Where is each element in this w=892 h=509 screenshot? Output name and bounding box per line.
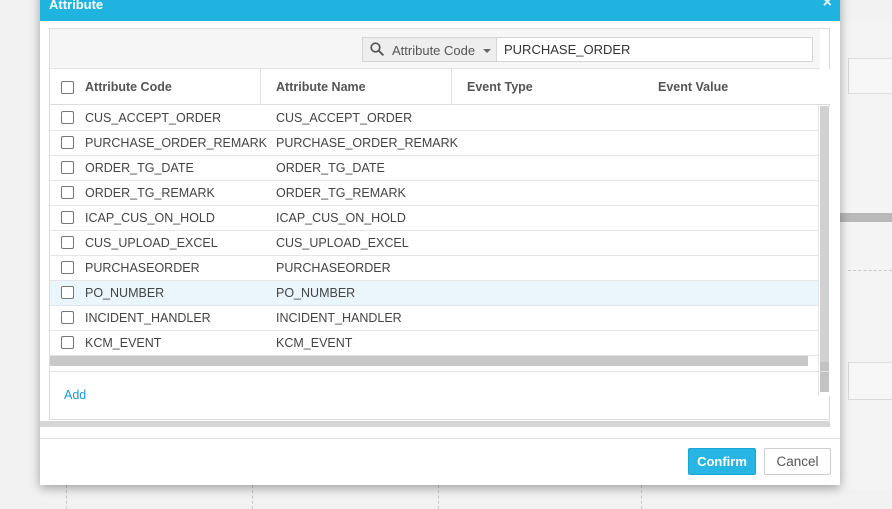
attribute-code-cell: ORDER_TG_REMARK: [85, 186, 215, 200]
table-row[interactable]: CUS_ACCEPT_ORDER CUS_ACCEPT_ORDER: [50, 106, 818, 131]
search-group: Attribute Code: [362, 37, 813, 62]
attribute-name-cell: PO_NUMBER: [276, 286, 356, 300]
column-divider[interactable]: [451, 69, 452, 105]
row-checkbox[interactable]: [61, 161, 74, 174]
search-field-label: Attribute Code: [392, 43, 476, 58]
close-icon[interactable]: ×: [823, 0, 832, 12]
table-row[interactable]: INCIDENT_HANDLER INCIDENT_HANDLER: [50, 306, 818, 331]
table-row[interactable]: PURCHASE_ORDER_REMARK PURCHASE_ORDER_REMA…: [50, 131, 818, 156]
background-divider: [66, 485, 67, 509]
table-row[interactable]: ORDER_TG_REMARK ORDER_TG_REMARK: [50, 181, 818, 206]
table-row[interactable]: CUS_UPLOAD_EXCEL CUS_UPLOAD_EXCEL: [50, 231, 818, 256]
column-header-event-value[interactable]: Event Value: [658, 69, 728, 105]
attribute-name-cell: ORDER_TG_DATE: [276, 161, 385, 175]
grid-rows: CUS_ACCEPT_ORDER CUS_ACCEPT_ORDER PURCHASE…: [50, 106, 818, 356]
background-divider: [438, 485, 439, 509]
background-box: [848, 362, 892, 400]
attribute-grid: Attribute Code Attribute Code Attribute …: [49, 28, 830, 420]
table-row[interactable]: ICAP_CUS_ON_HOLD ICAP_CUS_ON_HOLD: [50, 206, 818, 231]
attribute-code-cell: PURCHASE_ORDER_REMARK: [85, 136, 267, 150]
attribute-dialog: Attribute × Attribute Code PURCHASE_ORDE…: [40, 0, 840, 485]
attribute-code-cell: KCM_EVENT: [85, 336, 162, 350]
search-input[interactable]: [496, 37, 813, 62]
attribute-code-cell: INCIDENT_HANDLER: [85, 311, 211, 325]
background-divider: [641, 485, 642, 509]
table-row[interactable]: KCM_EVENT KCM_EVENT: [50, 331, 818, 356]
dialog-body: Attribute Code Attribute Code Attribute …: [40, 21, 840, 433]
select-all-checkbox[interactable]: [61, 81, 74, 94]
attribute-code-cell: ORDER_TG_DATE: [85, 161, 194, 175]
attribute-name-cell: ORDER_TG_REMARK: [276, 186, 406, 200]
add-link[interactable]: Add: [64, 388, 86, 402]
horizontal-scrollbar[interactable]: [50, 356, 808, 366]
confirm-button[interactable]: Confirm: [688, 448, 756, 475]
background-divider: [252, 485, 253, 509]
background-bar: [839, 213, 892, 222]
column-header-attribute-code[interactable]: Attribute Code: [85, 69, 172, 105]
column-header-event-type[interactable]: Event Type: [467, 69, 533, 105]
search-icon: [370, 42, 384, 56]
vertical-scrollbar-thumb[interactable]: [820, 106, 829, 362]
attribute-code-cell: CUS_ACCEPT_ORDER: [85, 111, 222, 125]
row-checkbox[interactable]: [61, 236, 74, 249]
attribute-code-cell: CUS_UPLOAD_EXCEL: [85, 236, 218, 250]
attribute-code-cell: PO_NUMBER: [85, 286, 165, 300]
vertical-scrollbar-end[interactable]: [820, 362, 829, 392]
table-row[interactable]: ORDER_TG_DATE ORDER_TG_DATE: [50, 156, 818, 181]
column-divider[interactable]: [260, 69, 261, 105]
grid-toolbar: Attribute Code: [50, 29, 820, 69]
row-checkbox[interactable]: [61, 286, 74, 299]
row-checkbox[interactable]: [61, 211, 74, 224]
dialog-title: Attribute: [49, 0, 104, 12]
attribute-name-cell: INCIDENT_HANDLER: [276, 311, 402, 325]
row-checkbox[interactable]: [61, 136, 74, 149]
row-checkbox[interactable]: [61, 111, 74, 124]
background-divider: [848, 270, 892, 271]
row-checkbox[interactable]: [61, 186, 74, 199]
column-header-attribute-name[interactable]: Attribute Name: [276, 69, 366, 105]
table-row[interactable]: PURCHASEORDER PURCHASEORDER: [50, 256, 818, 281]
dialog-footer: Confirm Cancel: [40, 438, 840, 485]
table-row[interactable]: PO_NUMBER PO_NUMBER: [50, 281, 818, 306]
cancel-button[interactable]: Cancel: [764, 448, 831, 475]
attribute-code-cell: ICAP_CUS_ON_HOLD: [85, 211, 215, 225]
grid-footer-divider: [50, 371, 830, 372]
attribute-name-cell: CUS_UPLOAD_EXCEL: [276, 236, 409, 250]
attribute-name-cell: ICAP_CUS_ON_HOLD: [276, 211, 406, 225]
attribute-name-cell: PURCHASEORDER: [276, 261, 391, 275]
chevron-down-icon: [483, 49, 491, 53]
dialog-horizontal-scrollbar[interactable]: [40, 421, 830, 427]
attribute-name-cell: PURCHASE_ORDER_REMARK: [276, 136, 458, 150]
row-checkbox[interactable]: [61, 261, 74, 274]
attribute-name-cell: KCM_EVENT: [276, 336, 353, 350]
grid-header: Attribute Code Attribute Name Event Type…: [50, 69, 830, 105]
attribute-name-cell: CUS_ACCEPT_ORDER: [276, 111, 413, 125]
background-box: [848, 58, 892, 94]
dialog-header: Attribute ×: [40, 0, 840, 21]
search-field-select[interactable]: Attribute Code: [362, 37, 497, 62]
row-checkbox[interactable]: [61, 311, 74, 324]
attribute-code-cell: PURCHASEORDER: [85, 261, 200, 275]
row-checkbox[interactable]: [61, 336, 74, 349]
